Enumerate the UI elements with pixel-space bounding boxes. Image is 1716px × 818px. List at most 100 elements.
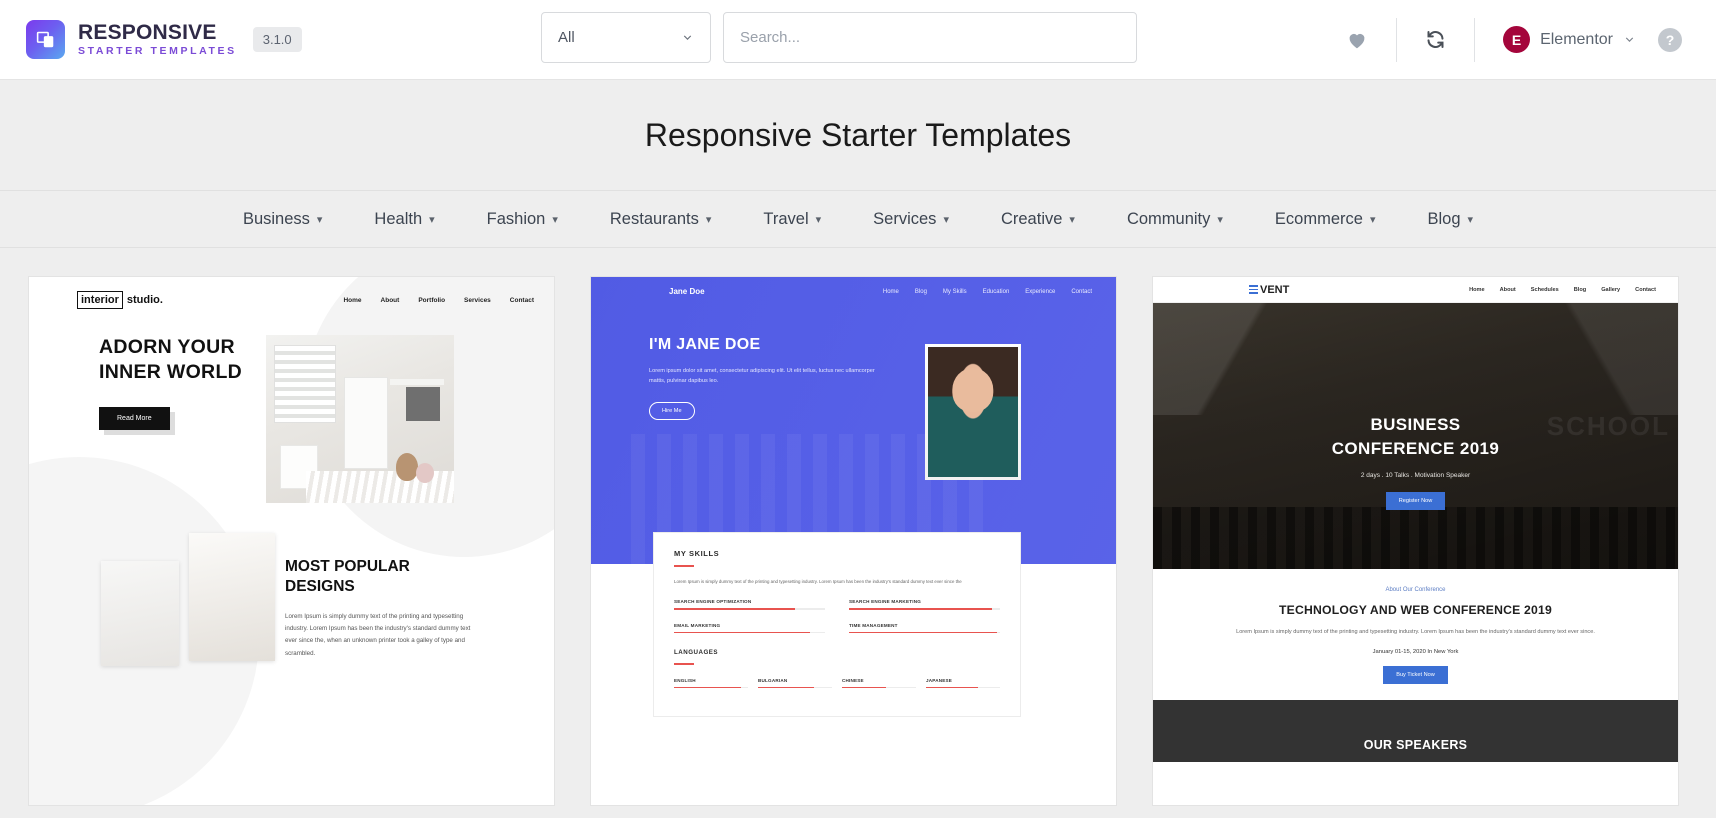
preview-logo: interior studio. [77,291,163,309]
template-card-interior-studio[interactable]: interior studio. Home About Portfolio Se… [28,276,555,806]
section-body-text: Lorem Ipsum is simply dummy text of the … [285,613,471,657]
skill-label: SEARCH ENGINE OPTIMIZATION [674,598,752,604]
hero-headline-line2: CONFERENCE 2019 [1331,438,1500,458]
catnav-item-restaurants[interactable]: Restaurants ▾ [610,210,712,229]
sync-icon [1427,31,1444,48]
catnav-item-business[interactable]: Business ▾ [243,210,322,229]
catnav-item-travel[interactable]: Travel ▾ [763,210,821,229]
cabinet-shape [344,377,389,469]
catnav-item-ecommerce[interactable]: Ecommerce ▾ [1275,210,1376,229]
skill-bar-item: SEARCH ENGINE MARKETING [849,599,1000,610]
category-select[interactable]: All [541,12,711,63]
brand-subtitle: STARTER TEMPLATES [78,45,237,58]
skill-label: EMAIL MARKETING [674,622,721,628]
skill-fill [849,631,997,634]
app-header: RESPONSIVE STARTER TEMPLATES 3.1.0 All E… [0,0,1716,80]
teddy-bear-shape [396,453,419,481]
nav-link: My Skills [942,288,967,295]
skills-title: MY SKILLS [674,549,720,558]
hero-cta-button: Read More [99,406,170,430]
language-fill [926,686,978,689]
language-track [758,686,832,689]
category-select-value: All [558,29,575,46]
preview-hero: SCHOOL BUSINESS CONFERENCE 2019 2 days .… [1153,303,1678,569]
language-item: CHINESE [842,678,916,689]
chevron-down-icon: ▾ [1467,213,1474,226]
skill-track [849,607,1000,610]
preview-popular-section: MOST POPULAR DESIGNS Lorem Ipsum is simp… [29,503,554,666]
language-item: BULGARIAN [758,678,832,689]
catnav-item-services[interactable]: Services ▾ [873,210,949,229]
help-icon[interactable]: ? [1658,27,1682,52]
nav-link: Home [343,296,362,304]
chevron-down-icon: ▾ [1217,213,1223,226]
hero-subtitle: 2 days . 10 Talks . Motivation Speaker [1360,471,1471,479]
template-card-jane-doe[interactable]: Jane Doe Home Blog My Skills Education E… [590,276,1117,806]
skill-bar-item: TIME MANAGEMENT [849,623,1000,634]
language-bar-list: ENGLISH BULGARIAN CHINESE JAPANESE [674,678,1000,689]
hero-room-image [266,335,455,503]
preview-hero: Jane Doe Home Blog My Skills Education E… [591,277,1116,564]
preview-nav-links: Home Blog My Skills Education Experience… [883,289,1092,295]
template-card-event[interactable]: VENT Home About Schedules Blog Gallery C… [1152,276,1679,806]
preview-logo-text: VENT [1260,283,1290,296]
nav-link: Experience [1025,288,1056,295]
skill-bar-list: SEARCH ENGINE OPTIMIZATION SEARCH ENGINE… [674,599,1000,634]
chevron-down-icon [683,35,692,40]
preview-nav-links: Home About Schedules Blog Gallery Contac… [1469,287,1656,293]
nav-link: Schedules [1530,286,1559,293]
catnav-item-health[interactable]: Health ▾ [374,210,434,229]
page-header: Responsive Starter Templates [0,80,1716,190]
catnav-label: Restaurants [609,209,699,228]
window-shape [274,345,337,423]
search-input[interactable] [740,29,1120,46]
preview-about-section: About Our Conference TECHNOLOGY AND WEB … [1153,569,1678,700]
hero-body-text: Lorem ipsum dolor sit amet, consectetur … [649,368,875,385]
nav-link: Contact [1635,286,1656,293]
skill-bar-item: SEARCH ENGINE OPTIMIZATION [674,599,825,610]
brand-logo[interactable]: RESPONSIVE STARTER TEMPLATES [26,20,237,59]
template-grid: interior studio. Home About Portfolio Se… [0,248,1716,806]
chevron-down-icon [1625,37,1634,42]
catnav-label: Blog [1427,209,1461,228]
nav-link: Contact [509,296,534,304]
chevron-down-icon: ▾ [943,213,949,226]
skills-body-text: Lorem Ipsum is simply dummy text of the … [674,578,962,584]
nav-link: About [380,296,400,304]
account-name: Elementor [1540,30,1613,48]
event-logo-icon [1249,285,1258,294]
preview-logo: VENT [1249,284,1289,296]
shelf-shape [390,379,445,385]
account-menu[interactable]: E Elementor [1475,26,1658,53]
nav-link: Home [882,288,899,295]
favorites-button[interactable] [1318,18,1396,62]
catnav-label: Creative [1000,209,1063,228]
preview-brand: Jane Doe [669,287,705,296]
heart-icon [1349,33,1365,48]
language-label: ENGLISH [674,677,696,683]
sync-button[interactable] [1397,18,1474,62]
about-title: TECHNOLOGY AND WEB CONFERENCE 2019 [1279,603,1552,617]
catnav-item-community[interactable]: Community ▾ [1127,210,1223,229]
catnav-label: Community [1126,209,1211,228]
language-item: ENGLISH [674,678,748,689]
search-box[interactable] [723,12,1137,63]
nav-link: Home [1469,286,1485,293]
nav-link: Gallery [1601,286,1621,293]
page-title: Responsive Starter Templates [644,116,1072,153]
chevron-down-icon: ▾ [1069,213,1075,226]
preview-hero: ADORN YOUR INNER WORLD Read More [29,309,554,503]
elementor-logo-icon: E [1503,26,1531,53]
language-label: JAPANESE [926,677,953,683]
catnav-item-fashion[interactable]: Fashion ▾ [487,210,558,229]
skill-fill [674,607,795,610]
skill-label: TIME MANAGEMENT [849,622,898,628]
skill-fill [849,607,993,610]
catnav-item-blog[interactable]: Blog ▾ [1427,210,1473,229]
catnav-item-creative[interactable]: Creative ▾ [1001,210,1075,229]
language-fill [758,686,814,689]
chevron-down-icon: ▾ [1369,213,1376,226]
nav-link: Contact [1071,288,1092,295]
section-title-line2: DESIGNS [285,578,355,596]
hero-headline-line1: ADORN YOUR [99,336,235,358]
